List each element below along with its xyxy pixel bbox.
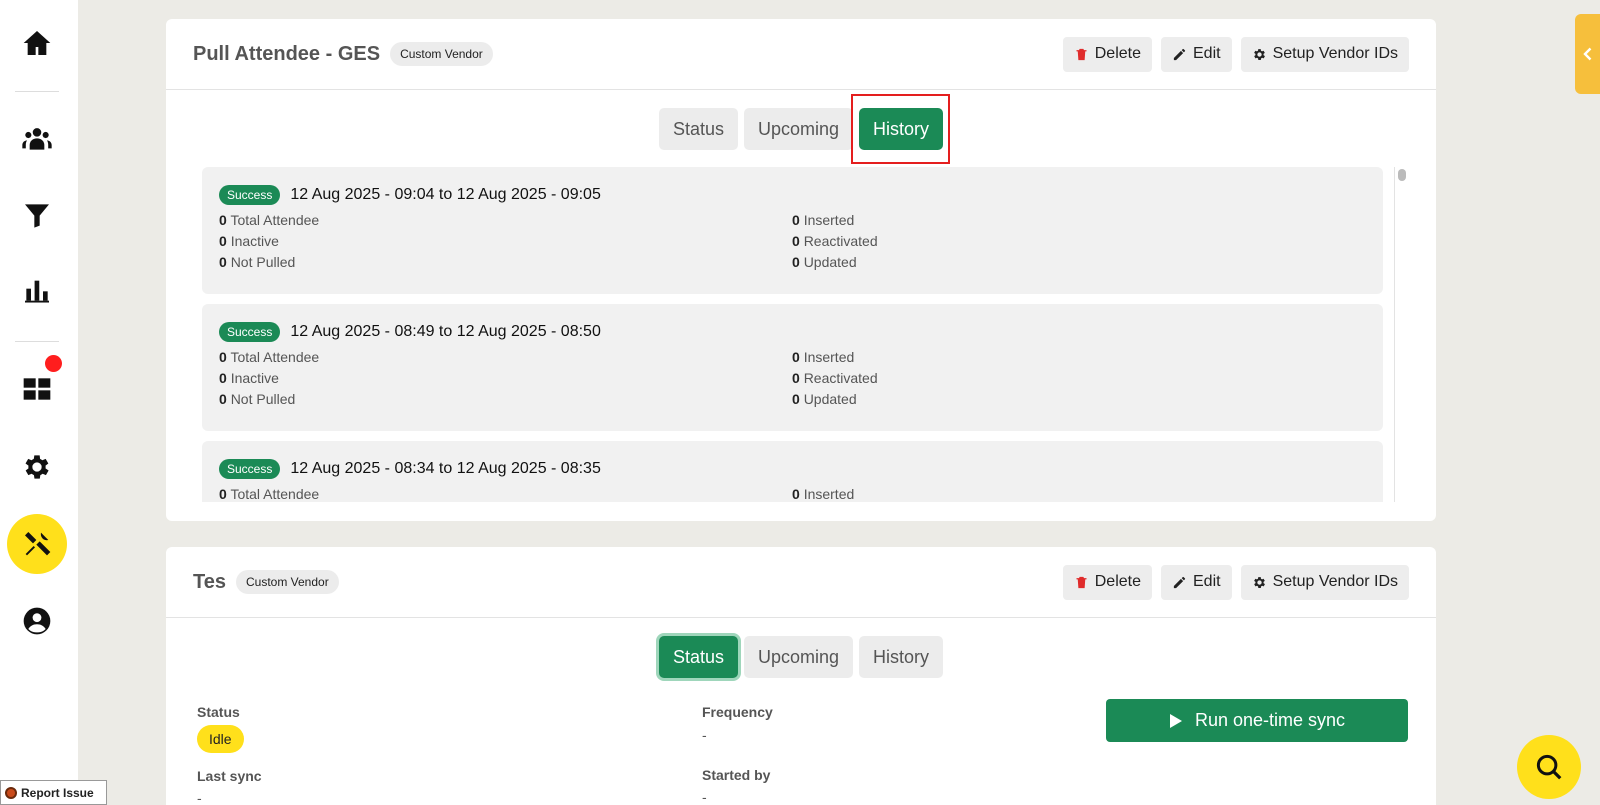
card-header: Pull Attendee - GES Custom Vendor Delete… [166, 19, 1436, 90]
history-entry: Success 12 Aug 2025 - 09:04 to 12 Aug 20… [202, 167, 1383, 294]
entry-time-range: 12 Aug 2025 - 08:34 to 12 Aug 2025 - 08:… [290, 460, 601, 477]
setup-vendor-ids-label: Setup Vendor IDs [1272, 45, 1398, 62]
scrollbar-thumb[interactable] [1398, 169, 1406, 181]
panel-collapse-tab[interactable] [1575, 14, 1600, 94]
gear-icon [1253, 48, 1265, 60]
delete-button[interactable]: Delete [1062, 564, 1152, 600]
report-issue-button[interactable]: Report Issue [0, 780, 107, 805]
edit-label: Edit [1193, 45, 1221, 62]
delete-button[interactable]: Delete [1062, 36, 1152, 72]
tab-upcoming[interactable]: Upcoming [743, 636, 854, 678]
tab-history[interactable]: History [859, 636, 944, 678]
stat-reactivated: 0 Reactivated [792, 370, 878, 386]
report-issue-label: Report Issue [21, 785, 94, 800]
run-one-time-sync-button[interactable]: Run one-time sync [1106, 699, 1408, 742]
success-badge: Success [219, 322, 281, 342]
history-scrollbar[interactable] [1394, 167, 1408, 502]
status-badge: Idle [197, 725, 244, 753]
trash-icon [1076, 48, 1087, 60]
stat-reactivated: 0 Reactivated [792, 233, 878, 249]
tab-upcoming[interactable]: Upcoming [743, 108, 854, 150]
stat-updated: 0 Updated [792, 391, 857, 407]
frequency-label: Frequency [702, 704, 773, 720]
stat-inserted: 0 Inserted [792, 212, 855, 228]
run-sync-label: Run one-time sync [1194, 710, 1346, 730]
stat-total-attendee: 0 Total Attendee [219, 349, 320, 365]
trash-icon [1076, 576, 1087, 588]
started-by-label: Started by [702, 767, 771, 783]
last-sync-label: Last sync [197, 768, 262, 784]
history-list[interactable]: Success 12 Aug 2025 - 09:04 to 12 Aug 20… [202, 167, 1398, 502]
search-button[interactable] [1517, 735, 1581, 799]
sidebar [0, 0, 78, 805]
nav-divider [15, 91, 59, 92]
stat-total-attendee: 0 Total Attendee [219, 486, 320, 502]
gear-icon[interactable] [7, 437, 67, 497]
stat-inactive: 0 Inactive [219, 233, 279, 249]
vendor-card-tes: Tes Custom Vendor Delete Edit Setup Vend… [166, 547, 1436, 805]
header-actions: Delete Edit Setup Vendor IDs [1062, 36, 1409, 72]
highlight-box [851, 94, 951, 164]
setup-vendor-ids-button[interactable]: Setup Vendor IDs [1240, 564, 1409, 600]
chevron-left-icon [1582, 47, 1591, 61]
stat-inserted: 0 Inserted [792, 349, 855, 365]
vendor-type-badge: Custom Vendor [390, 42, 493, 66]
history-entry: Success 12 Aug 2025 - 08:49 to 12 Aug 20… [202, 304, 1383, 431]
stat-inactive: 0 Inactive [219, 370, 279, 386]
tab-status[interactable]: Status [658, 636, 738, 678]
tools-icon[interactable] [7, 514, 67, 574]
success-badge: Success [219, 185, 281, 205]
frequency-value: - [702, 727, 707, 743]
setup-vendor-ids-button[interactable]: Setup Vendor IDs [1240, 36, 1409, 72]
status-label: Status [197, 704, 240, 720]
tab-status[interactable]: Status [658, 108, 738, 150]
pencil-icon [1173, 576, 1186, 588]
card-header: Tes Custom Vendor Delete Edit Setup Vend… [166, 547, 1436, 618]
tab-history-wrapper: History [851, 94, 951, 164]
card-tabs: Status Upcoming History [166, 636, 1436, 678]
filter-icon[interactable] [7, 185, 67, 245]
stat-inserted: 0 Inserted [792, 486, 855, 502]
started-by-value: - [702, 789, 707, 805]
notification-dot [45, 355, 62, 372]
home-icon[interactable] [7, 13, 67, 73]
delete-label: Delete [1094, 573, 1141, 590]
pencil-icon [1173, 48, 1186, 60]
search-icon [1536, 754, 1562, 780]
header-actions: Delete Edit Setup Vendor IDs [1062, 564, 1409, 600]
entry-time-range: 12 Aug 2025 - 09:04 to 12 Aug 2025 - 09:… [290, 186, 601, 203]
nav-divider [15, 341, 59, 342]
vendor-type-badge: Custom Vendor [235, 570, 339, 594]
stat-total-attendee: 0 Total Attendee [219, 212, 320, 228]
bug-icon [5, 786, 17, 799]
card-tabs: Status Upcoming History [166, 94, 1436, 164]
gear-icon [1253, 576, 1265, 588]
edit-button[interactable]: Edit [1161, 36, 1232, 72]
stat-updated: 0 Updated [792, 254, 857, 270]
users-icon[interactable] [7, 109, 67, 169]
stat-not-pulled: 0 Not Pulled [219, 391, 296, 407]
account-icon[interactable] [7, 591, 67, 651]
last-sync-value: - [197, 790, 202, 805]
setup-vendor-ids-label: Setup Vendor IDs [1272, 573, 1398, 590]
play-icon [1169, 713, 1182, 728]
edit-button[interactable]: Edit [1161, 564, 1232, 600]
history-entry: Success 12 Aug 2025 - 08:34 to 12 Aug 20… [202, 441, 1383, 502]
bar-chart-icon[interactable] [7, 260, 67, 320]
stat-not-pulled: 0 Not Pulled [219, 254, 296, 270]
card-title: Pull Attendee - GES [193, 42, 381, 65]
delete-label: Delete [1094, 45, 1141, 62]
edit-label: Edit [1193, 573, 1221, 590]
card-title: Tes [193, 570, 226, 593]
vendor-card-ges: Pull Attendee - GES Custom Vendor Delete… [166, 19, 1436, 521]
entry-time-range: 12 Aug 2025 - 08:49 to 12 Aug 2025 - 08:… [290, 323, 601, 340]
success-badge: Success [219, 459, 281, 479]
